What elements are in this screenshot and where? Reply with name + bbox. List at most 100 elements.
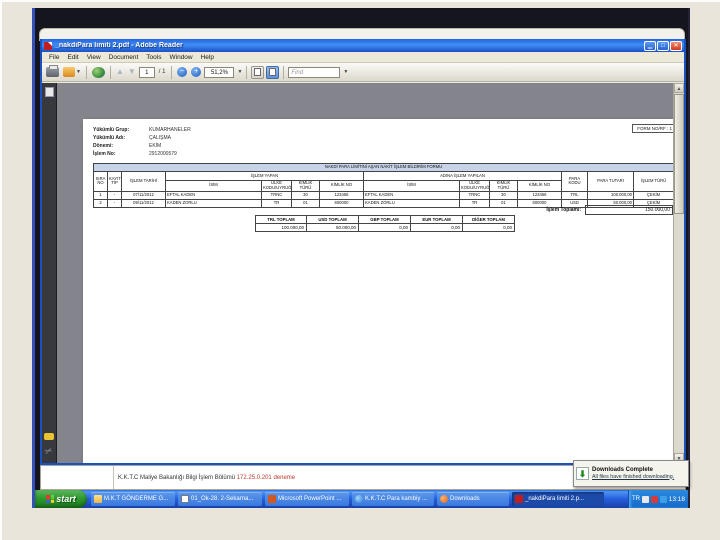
total-box-value: 100.000,00 [281,225,304,230]
print-button[interactable] [45,65,60,79]
fit-page-view-button[interactable] [266,65,280,79]
zoom-in-icon: + [191,67,202,77]
chevron-down-icon[interactable]: ▼ [237,69,242,75]
total-box-label: EUR TOPLAM [411,216,462,224]
group-adina-islem-yapilan: ADINA İŞLEM YAPILAN [363,171,562,181]
menu-help[interactable]: Help [197,54,218,61]
task-label: K.K.T.C Para kambiy ... [365,496,428,502]
task-label: Downloads [450,496,480,502]
powerpoint-icon [268,495,276,503]
collaborate-button[interactable] [91,65,106,79]
cell: - [107,190,122,200]
total-box-label: USD TOPLAM [307,216,358,224]
comments-panel-icon[interactable] [44,433,54,440]
chevron-down-icon[interactable]: ▼ [343,69,348,75]
title-bar[interactable]: _nakdiPara limiti 2.pdf - Adobe Reader ▁… [42,39,684,52]
meta-label: Yükümlü Adı: [93,135,126,141]
zoom-out-icon: − [177,67,188,77]
cell: 100.000,00 [587,190,634,200]
meta-value: 2912000579 [149,151,177,157]
task-downloads[interactable]: Downloads [437,492,509,506]
menu-view[interactable]: View [83,54,105,61]
meta-value: EKİM [149,143,162,149]
task-label: M.K.T GÖNDERME G... [104,496,169,502]
folder-icon [94,495,102,503]
status-org-text: K.K.T.C Maliye Bakanlığı Bilgi İşlem Böl… [118,474,236,481]
page-width-view-button[interactable] [251,65,265,79]
popup-link[interactable]: All files have finished downloading. [592,474,674,481]
col-para-kodu: PARA KODU [561,171,588,192]
table-title: NAKDİ PARA LİMİTİNİ AŞAN NAKİT İŞLEM BİL… [92,163,675,172]
task-browser[interactable]: K.K.T.C Para kambiy ... [352,492,434,506]
total-box-eur: EUR TOPLAM 0,00 [411,215,463,232]
fit-page-icon [269,68,277,76]
task-adobe-reader-active[interactable]: _nakdiPara limiti 2.p... [512,492,604,506]
zoom-level-select[interactable]: 51,2% [204,66,235,78]
form-number-box: FORM NO/RF : 1 [632,124,677,133]
menu-edit[interactable]: Edit [63,54,82,61]
vertical-scrollbar[interactable]: ▲ ▼ [673,83,684,463]
col-isim-1: İSİM [165,180,262,192]
menu-file[interactable]: File [45,54,63,61]
windows-flag-icon [46,494,55,504]
menu-window[interactable]: Window [165,54,196,61]
menu-tools[interactable]: Tools [142,54,165,61]
cell: TRL [561,190,588,200]
cell: 1 [93,190,108,200]
pdf-app-icon [44,41,52,50]
page-total-label: / 1 [158,69,166,75]
minimize-button[interactable]: ▁ [644,40,656,51]
reader-body: ✂ Yükümlü Grup: KUMARHANELER Yükümlü Adı:… [42,83,684,463]
scrollbar-thumb[interactable] [674,94,684,214]
find-input[interactable]: Find [288,66,341,78]
attachments-paperclip-icon[interactable]: ✂ [44,445,55,458]
task-label: Microsoft PowerPoint ... [278,496,342,502]
menu-document[interactable]: Document [105,54,143,61]
pages-panel-icon[interactable] [44,87,54,97]
downloads-icon [440,495,448,503]
total-box-value: 50.000,00 [335,225,356,230]
meta-value: KUMARHANELER [149,127,191,133]
task-document-window[interactable]: 01_Ok-28. 2-Sekarna... [178,492,262,506]
cell: 123456 [517,190,562,200]
document-pane[interactable]: Yükümlü Grup: KUMARHANELER Yükümlü Adı: ÇA… [57,83,684,463]
language-indicator[interactable]: TR [632,496,640,502]
zoom-in-button[interactable]: + [190,65,202,79]
task-label: 01_Ok-28. 2-Sekarna... [191,496,254,502]
status-text: K.K.T.C Maliye Bakanlığı Bilgi İşlem Böl… [118,475,295,481]
next-page-button[interactable]: ▼ [127,65,137,79]
task-folder-window[interactable]: M.K.T GÖNDERME G... [91,492,175,506]
start-button[interactable]: start [35,490,87,508]
pdf-page: Yükümlü Grup: KUMARHANELER Yükümlü Adı: ÇA… [83,119,684,463]
scroll-up-icon[interactable]: ▲ [674,83,684,93]
total-value: 150.000,00 [585,205,673,215]
zoom-out-button[interactable]: − [176,65,188,79]
collaborate-icon [91,66,105,78]
antivirus-icon[interactable] [650,495,658,503]
page-view-icon [254,68,262,76]
cell: EFTAL KADEN [363,190,460,200]
meta-label: İşlem No: [93,151,116,157]
task-powerpoint[interactable]: Microsoft PowerPoint ... [265,492,349,506]
downloads-complete-popup[interactable]: ⬇ Downloads Complete All files have fini… [573,460,689,487]
col-kimlik-no-1: KİMLİK NO [319,180,364,192]
maximize-button[interactable]: □ [657,40,669,51]
volume-icon[interactable] [642,495,649,503]
navigation-pane: ✂ [42,83,57,463]
toolbar: ▼ ▲ ▼ 1 / 1 − + 51,2% ▼ Find ▼ [42,63,684,82]
close-button[interactable]: ✕ [670,40,682,51]
col-sira-no: SIRA NO [93,171,108,192]
meta-label: Dönemi: [93,143,113,149]
total-box-usd: USD TOPLAM 50.000,00 [307,215,359,232]
task-buttons: M.K.T GÖNDERME G... 01_Ok-28. 2-Sekarna.… [87,492,628,506]
network-icon[interactable] [659,495,667,503]
total-box-value: 0,00 [503,225,512,230]
share-button[interactable]: ▼ [62,65,82,79]
total-box-label: DİĞER TOPLAM [463,216,514,224]
total-box-gbp: GBP TOPLAM 0,00 [359,215,411,232]
popup-title: Downloads Complete [592,466,654,473]
col-ulke-1: ÜLKE KODU/UYRUĞU [261,180,292,192]
previous-page-button[interactable]: ▲ [115,65,125,79]
task-label: _nakdiPara limiti 2.p... [525,496,585,502]
page-number-input[interactable]: 1 [138,66,155,78]
